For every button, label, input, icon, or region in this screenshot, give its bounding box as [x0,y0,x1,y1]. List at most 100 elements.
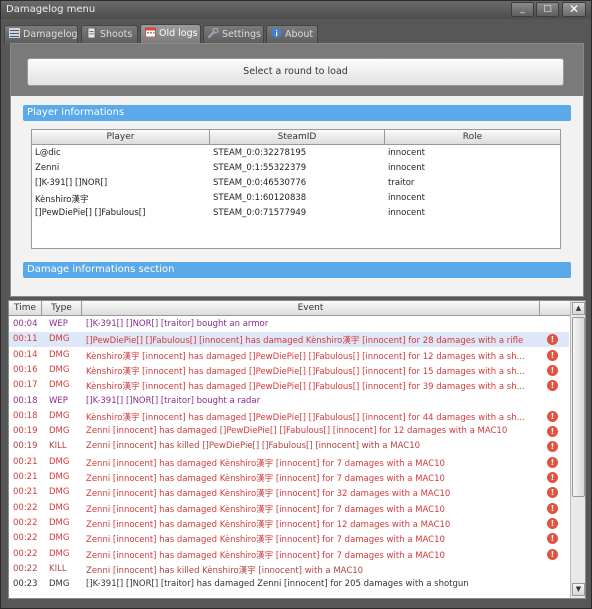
warning-icon: ! [547,334,558,346]
column-header-event[interactable]: Event [82,301,540,316]
player-row[interactable]: []PewDiePie[] []Fabulous[] STEAM_0:0:7157… [32,206,560,221]
tab-damagelog[interactable]: Damagelog [4,25,78,44]
log-time: 00:22 [13,533,38,544]
document-icon [87,28,96,38]
log-row[interactable]: 00:18 WEP []K-391[] []NOR[] [traitor] boug… [9,394,569,409]
log-row[interactable]: 00:18 DMG Kènshiro漢宇 [innocent] has damage… [9,409,569,424]
player-role: innocent [388,193,425,203]
tab-old-logs[interactable]: Old logs [140,24,201,44]
log-event: []PewDiePie[] []Fabulous[] [innocent] ha… [86,336,524,347]
log-row[interactable]: 00:17 DMG Kènshiro漢宇 [innocent] has damage… [9,378,569,393]
log-type: DMG [49,334,70,345]
scroll-thumb[interactable] [572,317,585,497]
log-row[interactable]: 00:19 DMG Zenni [innocent] has damaged []P… [9,424,569,439]
log-row[interactable]: 00:21 DMG Zenni [innocent] has damaged Kèn… [9,470,569,485]
player-row[interactable]: Zenni STEAM_0:1:55322379 innocent [32,161,560,176]
player-row[interactable]: L@dic STEAM_0:0:32278195 innocent [32,146,560,161]
log-row[interactable]: 00:22 DMG Zenni [innocent] has damaged Kèn… [9,531,569,546]
tab-about[interactable]: About [266,25,318,44]
tab-label: Shoots [100,29,133,40]
tab-settings[interactable]: Settings [203,25,264,44]
log-type: DMG [49,548,70,559]
column-header-steamid[interactable]: SteamID [210,130,385,145]
player-name: []PewDiePie[] []Fabulous[] [35,208,146,218]
player-name: Zenni [35,163,60,173]
log-row[interactable]: 00:16 DMG Kènshiro漢宇 [innocent] has damage… [9,363,569,378]
log-time: 00:22 [13,517,38,528]
minimize-button[interactable]: _ [511,2,534,17]
player-steamid: STEAM_0:1:55322379 [213,163,307,173]
log-time: 00:19 [13,426,38,437]
column-header-type[interactable]: Type [42,301,82,316]
close-button[interactable]: ✕ [562,2,586,17]
log-row[interactable]: 00:19 KILL Zenni [innocent] has killed []P… [9,439,569,454]
round-select-bar: Select a round to load [11,44,583,96]
log-type: DMG [49,487,70,498]
old-logs-panel: Select a round to load Player informatio… [10,43,584,297]
log-event: Zenni [innocent] has damaged Kènshiro漢宇 … [86,504,445,515]
tab-label: Damagelog [23,29,78,40]
log-event: []K-391[] []NOR[] [traitor] bought a rad… [86,395,261,406]
log-type: DMG [49,380,70,391]
list-icon [9,28,20,38]
scroll-down-button[interactable]: ▼ [572,583,585,596]
player-row[interactable]: Kènshiro漢宇 STEAM_0:1:60120838 innocent [32,191,560,206]
tab-shoots[interactable]: Shoots [81,25,138,44]
log-event: []K-391[] []NOR[] [traitor] has damaged … [86,579,469,590]
player-steamid: STEAM_0:0:32278195 [213,148,307,158]
log-row[interactable]: 00:21 DMG Zenni [innocent] has damaged Kèn… [9,485,569,500]
warning-icon: ! [547,533,558,545]
log-event: Kènshiro漢宇 [innocent] has damaged []PewD… [86,366,525,377]
warning-icon: ! [547,349,558,361]
log-event: Zenni [innocent] has damaged Kènshiro漢宇 … [86,458,445,469]
log-time: 00:19 [13,441,38,452]
log-type: DMG [49,426,70,437]
column-header-time[interactable]: Time [9,301,42,316]
log-type: DMG [49,502,70,513]
log-row[interactable]: 00:22 KILL Zenni [innocent] has killed Kèn… [9,562,569,577]
log-event: Zenni [innocent] has killed Kènshiro漢宇 [… [86,565,364,576]
log-time: 00:04 [13,319,38,329]
log-row[interactable]: 00:22 DMG Zenni [innocent] has damaged Kèn… [9,501,569,516]
log-type: DMG [49,456,70,467]
calendar-icon [145,27,156,37]
scroll-up-button[interactable]: ▲ [572,302,585,315]
select-round-button[interactable]: Select a round to load [27,58,564,86]
title-bar[interactable]: Damagelog menu _ □ ✕ [1,1,591,19]
log-event: Zenni [innocent] has damaged Kènshiro漢宇 … [86,489,451,500]
column-header-player[interactable]: Player [32,130,210,145]
log-row[interactable]: 00:23 DMG []K-391[] []NOR[] [traitor] has … [9,577,569,592]
column-header-role[interactable]: Role [385,130,560,145]
warning-icon: ! [547,472,558,483]
log-row[interactable]: 00:21 DMG Zenni [innocent] has damaged Kèn… [9,455,569,470]
log-row[interactable]: 00:22 DMG Zenni [innocent] has damaged Kèn… [9,516,569,531]
log-type: KILL [49,441,67,452]
log-event: Kènshiro漢宇 [innocent] has damaged []PewD… [86,351,525,362]
damage-log-list: Time Type Event 00:04 WEP []K-391[] []NOR[… [8,300,586,599]
log-row[interactable]: 00:14 DMG Kènshiro漢宇 [innocent] has damage… [9,348,569,363]
warning-icon: ! [547,502,558,514]
warning-icon: ! [547,426,558,438]
log-type: WEP [49,319,68,329]
warning-icon: ! [547,364,558,376]
log-row[interactable]: 00:11 DMG []PewDiePie[] []Fabulous[] [inno… [9,332,569,348]
log-time: 00:16 [13,364,38,375]
vertical-scrollbar[interactable]: ▲ ▼ [570,301,585,598]
log-type: DMG [49,410,70,421]
maximize-button[interactable]: □ [536,2,559,17]
log-type: DMG [49,517,70,528]
warning-icon: ! [547,380,558,392]
tab-label: Old logs [159,28,198,39]
warning-icon: ! [547,517,558,529]
log-row[interactable]: 00:04 WEP []K-391[] []NOR[] [traitor] boug… [9,317,569,332]
player-role: innocent [388,208,425,218]
warning-icon: ! [547,487,558,499]
warning-icon: ! [547,548,558,560]
player-table: Player SteamID Role L@dic STEAM_0:0:32278… [31,129,561,249]
damage-section-header: Damage informations section [23,262,571,278]
log-row[interactable]: 00:22 DMG Zenni [innocent] has damaged Kèn… [9,547,569,562]
player-row[interactable]: []K-391[] []NOR[] STEAM_0:0:46530776 trait… [32,176,560,191]
player-name: []K-391[] []NOR[] [35,178,108,188]
wrench-icon [208,28,219,38]
warning-icon: ! [547,410,558,422]
